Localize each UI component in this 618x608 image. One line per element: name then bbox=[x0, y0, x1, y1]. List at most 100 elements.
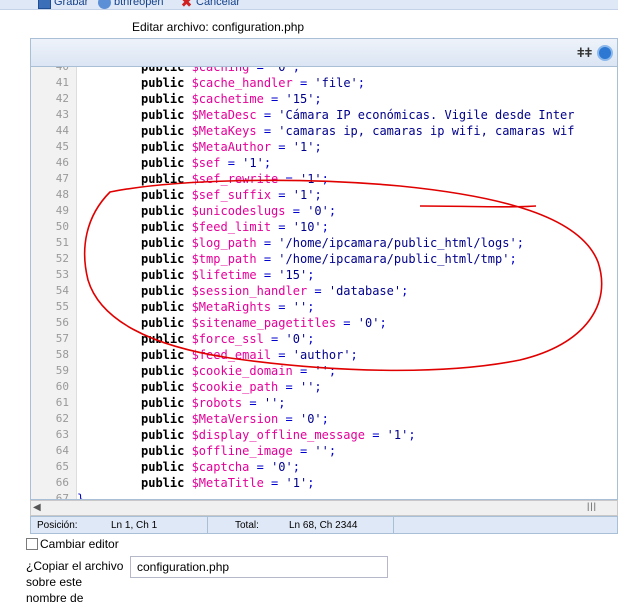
code-string: '1' bbox=[242, 156, 264, 170]
copy-file-label: ¿Copiar el archivo sobre este nombre de bbox=[26, 559, 124, 605]
code-string: '0' bbox=[299, 412, 322, 426]
code-variable: $caching bbox=[191, 66, 250, 74]
code-line: 52 public $tmp_path = '/home/ipcamara/pub… bbox=[31, 251, 617, 267]
code-editor[interactable]: 40 public $caching = '0'; 41 public $cache_… bbox=[30, 66, 618, 500]
code-line: 43 public $MetaDesc = 'Cámara IP económic… bbox=[31, 107, 617, 123]
code-line: 62 public $MetaVersion = '0'; bbox=[31, 411, 617, 427]
code-text: public $feed_email = 'author'; bbox=[141, 347, 358, 363]
line-number: 54 bbox=[55, 284, 69, 297]
code-text: public $force_ssl = '0'; bbox=[141, 331, 314, 347]
code-line: 67} bbox=[31, 491, 617, 500]
code-line: 65 public $captcha = '0'; bbox=[31, 459, 617, 475]
code-keyword: public bbox=[141, 236, 192, 250]
code-semicolon: ; bbox=[307, 300, 315, 314]
line-number: 59 bbox=[55, 364, 69, 377]
code-keyword: public bbox=[141, 66, 192, 74]
line-number: 51 bbox=[55, 236, 69, 249]
code-line: 44 public $MetaKeys = 'camaras ip, camara… bbox=[31, 123, 617, 139]
code-string: '/home/ipcamara/public_html/logs' bbox=[278, 236, 517, 250]
code-operator: = bbox=[292, 444, 315, 458]
code-line: 58 public $feed_email = 'author'; bbox=[31, 347, 617, 363]
code-line: 54 public $session_handler = 'database'; bbox=[31, 283, 617, 299]
left-strip bbox=[0, 10, 22, 608]
line-number: 41 bbox=[55, 76, 69, 89]
change-editor-checkbox[interactable] bbox=[26, 538, 38, 550]
code-line: 49 public $unicodeslugs = '0'; bbox=[31, 203, 617, 219]
code-line: 64 public $offline_image = ''; bbox=[31, 443, 617, 459]
code-operator: = bbox=[220, 156, 243, 170]
scroll-grip-icon[interactable]: ||| bbox=[587, 501, 597, 511]
position-value: Ln 1, Ch 1 bbox=[111, 520, 158, 531]
code-operator: = bbox=[249, 460, 272, 474]
code-string: '1' bbox=[386, 428, 409, 442]
code-string: '0' bbox=[271, 66, 293, 74]
code-lines: 40 public $caching = '0'; 41 public $cache_… bbox=[31, 66, 617, 500]
code-line: 51 public $log_path = '/home/ipcamara/pub… bbox=[31, 235, 617, 251]
code-text: public $offline_image = ''; bbox=[141, 443, 336, 459]
code-semicolon: ; bbox=[307, 268, 315, 282]
line-number: 40 bbox=[55, 66, 69, 73]
code-text: public $cache_handler = 'file'; bbox=[141, 75, 365, 91]
status-bar: Posición: Ln 1, Ch 1 Total: Ln 68, Ch 23… bbox=[30, 516, 618, 534]
code-line: 60 public $cookie_path = ''; bbox=[31, 379, 617, 395]
code-operator: = bbox=[263, 92, 286, 106]
code-text: public $cookie_path = ''; bbox=[141, 379, 322, 395]
copy-filename-input[interactable] bbox=[130, 556, 388, 578]
cancel-button[interactable]: ✖ Cancelar bbox=[180, 0, 240, 10]
code-operator: = bbox=[271, 220, 293, 234]
code-variable: $sef bbox=[191, 156, 221, 170]
code-text: public $tmp_path = '/home/ipcamara/publi… bbox=[141, 251, 517, 267]
code-keyword: public bbox=[141, 252, 192, 266]
code-text: public $sitename_pagetitles = '0'; bbox=[141, 315, 387, 331]
code-string: '1' bbox=[292, 188, 315, 202]
cancel-icon: ✖ bbox=[180, 0, 193, 10]
code-text: public $MetaAuthor = '1'; bbox=[141, 139, 322, 155]
goto-icon[interactable] bbox=[597, 45, 613, 61]
code-keyword: public bbox=[141, 188, 192, 202]
code-operator: = bbox=[278, 412, 300, 426]
code-variable: $captcha bbox=[191, 460, 250, 474]
code-text: public $log_path = '/home/ipcamara/publi… bbox=[141, 235, 524, 251]
code-raw: } bbox=[77, 492, 85, 500]
line-number: 58 bbox=[55, 348, 69, 361]
change-editor-option[interactable]: Cambiar editor bbox=[26, 536, 119, 552]
code-line: 59 public $cookie_domain = ''; bbox=[31, 363, 617, 379]
code-text: public $captcha = '0'; bbox=[141, 459, 300, 475]
code-keyword: public bbox=[141, 348, 192, 362]
code-operator: = bbox=[364, 428, 387, 442]
code-line: 63 public $display_offline_message = '1'; bbox=[31, 427, 617, 443]
code-keyword: public bbox=[141, 332, 192, 346]
code-string: '' bbox=[314, 364, 329, 378]
code-semicolon: ; bbox=[314, 92, 322, 106]
code-line: 57 public $force_ssl = '0'; bbox=[31, 331, 617, 347]
reopen-button[interactable]: btnreopen bbox=[98, 0, 164, 9]
save-button[interactable]: Grabar bbox=[38, 0, 88, 9]
code-variable: $MetaTitle bbox=[191, 476, 264, 490]
code-variable: $lifetime bbox=[191, 268, 257, 282]
code-text: public $display_offline_message = '1'; bbox=[141, 427, 416, 443]
code-semicolon: ; bbox=[328, 444, 337, 458]
code-text: public $MetaDesc = 'Cámara IP económicas… bbox=[141, 107, 575, 123]
code-keyword: public bbox=[141, 444, 192, 458]
line-number: 55 bbox=[55, 300, 69, 313]
binoculars-icon[interactable]: ǂǂ bbox=[577, 45, 593, 61]
code-semicolon: ; bbox=[328, 204, 337, 218]
line-number: 66 bbox=[55, 476, 69, 489]
horizontal-scrollbar[interactable]: ◀ ||| bbox=[30, 500, 618, 516]
code-text: public $MetaVersion = '0'; bbox=[141, 411, 329, 427]
code-text: } bbox=[77, 491, 85, 500]
line-number: 57 bbox=[55, 332, 69, 345]
window-title: Editar archivo: configuration.php bbox=[22, 16, 618, 38]
scroll-left-arrow-icon[interactable]: ◀ bbox=[33, 502, 41, 513]
code-semicolon: ; bbox=[379, 316, 387, 330]
code-semicolon: ; bbox=[278, 396, 286, 410]
code-keyword: public bbox=[141, 172, 192, 186]
code-variable: $session_handler bbox=[191, 284, 308, 298]
code-text: public $cachetime = '15'; bbox=[141, 91, 322, 107]
line-number: 49 bbox=[55, 204, 69, 217]
code-keyword: public bbox=[141, 460, 192, 474]
code-variable: $tmp_path bbox=[191, 252, 257, 266]
total-value: Ln 68, Ch 2344 bbox=[289, 520, 358, 531]
code-semicolon: ; bbox=[263, 156, 272, 170]
position-label: Posición: bbox=[37, 520, 78, 531]
